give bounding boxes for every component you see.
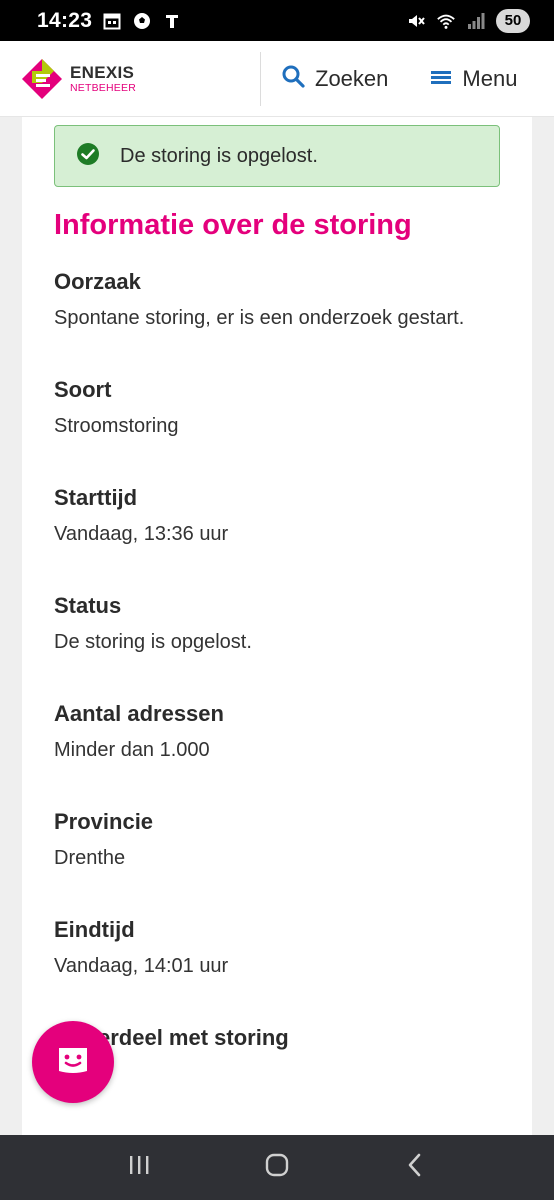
status-time: 14:23 bbox=[37, 8, 93, 32]
field-aantal-adressen: Aantal adressen Minder dan 1.000 bbox=[54, 701, 224, 762]
field-value: Vandaag, 14:01 uur bbox=[54, 955, 229, 977]
field-value: Vandaag, 13:36 uur bbox=[54, 523, 229, 545]
check-circle-icon bbox=[76, 142, 100, 171]
site-header: ENEXIS NETBEHEER Zoeken Menu bbox=[0, 41, 554, 117]
back-chevron-icon bbox=[406, 1152, 424, 1183]
alert-text: De storing is opgelost. bbox=[120, 144, 318, 167]
field-label: Oorzaak bbox=[54, 269, 141, 294]
menu-button[interactable]: Menu bbox=[430, 66, 517, 92]
logo-name: ENEXIS bbox=[70, 62, 135, 82]
field-provincie: Provincie Drenthe bbox=[54, 809, 153, 870]
status-bar: 14:23 50 bbox=[0, 0, 554, 41]
field-eindtijd: Eindtijd Vandaag, 14:01 uur bbox=[54, 917, 228, 978]
header-divider bbox=[260, 51, 261, 106]
field-label: Soort bbox=[54, 377, 112, 402]
back-button[interactable] bbox=[385, 1143, 445, 1193]
field-label: Status bbox=[54, 593, 122, 618]
section-title: Informatie over de storing bbox=[54, 209, 412, 241]
success-alert: De storing is opgelost. bbox=[54, 125, 500, 187]
field-label: Provincie bbox=[54, 809, 154, 834]
field-soort: Soort Stroomstoring bbox=[54, 377, 179, 438]
field-oorzaak: Oorzaak Spontane storing, er is een onde… bbox=[54, 269, 464, 330]
home-button[interactable] bbox=[247, 1143, 307, 1193]
android-nav-bar bbox=[0, 1135, 554, 1200]
menu-label: Menu bbox=[462, 65, 518, 91]
field-value: De storing is opgelost. bbox=[54, 631, 252, 653]
soccer-ball-icon bbox=[132, 11, 152, 31]
field-value: Spontane storing, er is een onderzoek ge… bbox=[54, 307, 465, 329]
chat-button[interactable] bbox=[32, 1021, 114, 1103]
wifi-icon bbox=[436, 11, 456, 31]
field-label: Starttijd bbox=[54, 485, 138, 510]
field-value: Minder dan 1.000 bbox=[54, 739, 210, 761]
outage-info-card: De storing is opgelost. Informatie over … bbox=[22, 117, 532, 1135]
signal-icon bbox=[466, 11, 486, 31]
mute-icon bbox=[406, 11, 426, 31]
telegraaf-icon bbox=[162, 11, 182, 31]
field-value: Drenthe bbox=[54, 847, 126, 869]
logo-subtitle: NETBEHEER bbox=[70, 81, 136, 94]
field-label: Eindtijd bbox=[54, 917, 135, 942]
home-icon bbox=[264, 1152, 290, 1183]
search-label: Zoeken bbox=[315, 65, 389, 91]
recent-apps-button[interactable] bbox=[109, 1143, 169, 1193]
search-icon bbox=[281, 64, 305, 94]
field-starttijd: Starttijd Vandaag, 13:36 uur bbox=[54, 485, 228, 546]
enexis-logo-mark bbox=[22, 58, 62, 99]
calendar-icon bbox=[102, 11, 122, 31]
field-status: Status De storing is opgelost. bbox=[54, 593, 252, 654]
enexis-logo[interactable]: ENEXIS NETBEHEER bbox=[20, 57, 252, 101]
field-value: Stroomstoring bbox=[54, 415, 179, 437]
battery-indicator: 50 bbox=[496, 8, 530, 33]
search-button[interactable]: Zoeken bbox=[281, 64, 388, 94]
hamburger-icon bbox=[430, 66, 452, 92]
field-label: Aantal adressen bbox=[54, 701, 224, 726]
chat-smiley-icon bbox=[56, 1045, 90, 1080]
recent-apps-icon bbox=[127, 1154, 151, 1181]
